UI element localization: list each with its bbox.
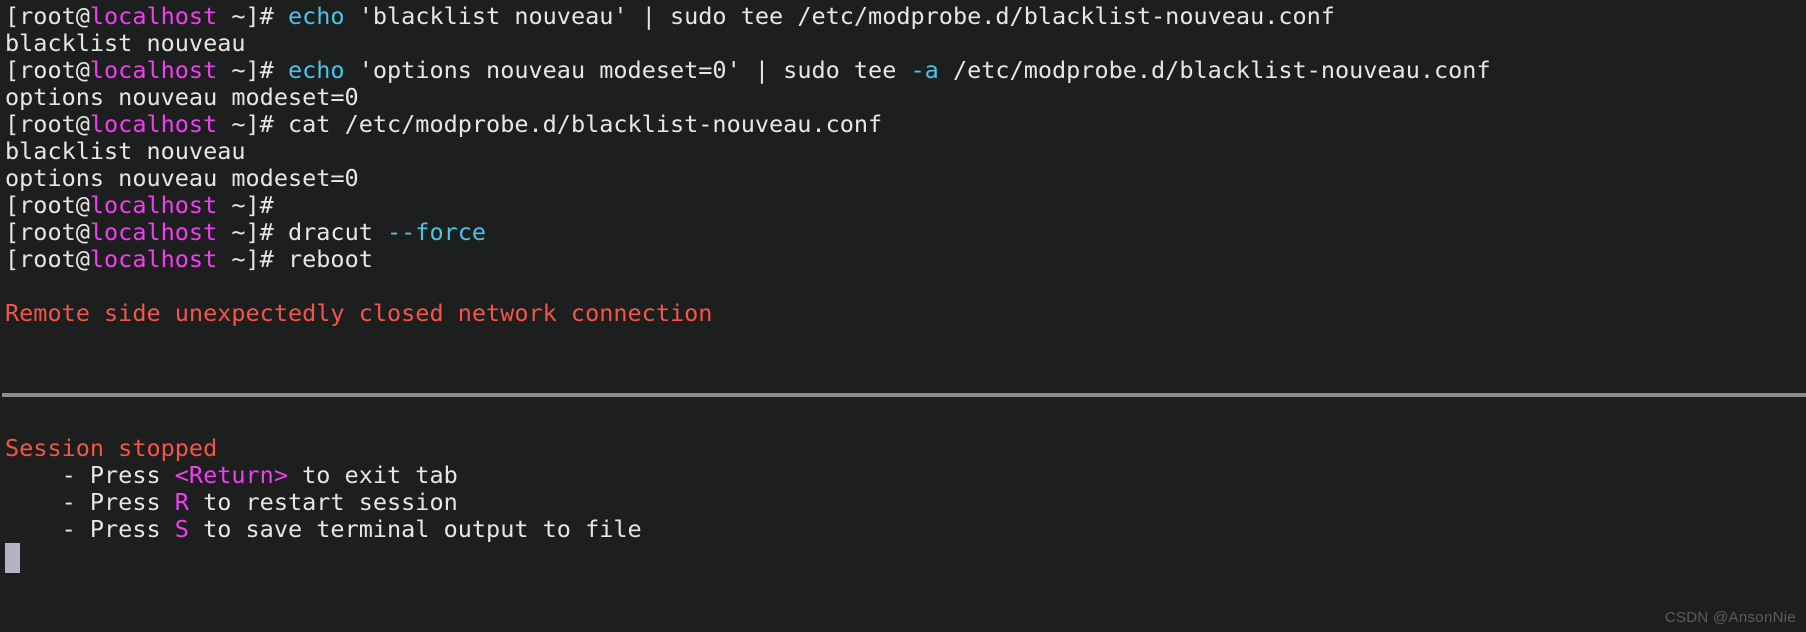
text-segment: localhost	[89, 110, 218, 138]
text-segment: ~]# dracut	[217, 218, 388, 246]
terminal-line-output: blacklist nouveau	[2, 30, 1806, 57]
text-segment: blacklist nouveau	[5, 137, 246, 165]
terminal-line-hint: - Press S to save terminal output to fil…	[2, 516, 1806, 543]
terminal-cursor	[5, 543, 20, 573]
terminal-line-command: [root@localhost ~]# dracut --force	[2, 219, 1806, 246]
text-segment: [root@	[5, 110, 90, 138]
text-segment: localhost	[89, 2, 218, 30]
text-segment: 'options nouveau modeset=0' | sudo tee	[344, 56, 911, 84]
terminal-line-output: options nouveau modeset=0	[2, 84, 1806, 111]
text-segment: -a	[910, 56, 939, 84]
section-divider	[2, 381, 1806, 408]
terminal-line-hint: - Press <Return> to exit tab	[2, 462, 1806, 489]
text-segment: ~]#	[217, 2, 288, 30]
terminal-line-output: blacklist nouveau	[2, 138, 1806, 165]
text-segment: ~]# reboot	[217, 245, 373, 273]
text-segment: /etc/modprobe.d/blacklist-nouveau.conf	[938, 56, 1491, 84]
text-segment: options nouveau modeset=0	[5, 164, 359, 192]
text-segment: [root@	[5, 191, 90, 219]
text-segment: --force	[387, 218, 487, 246]
text-segment: echo	[287, 2, 345, 30]
text-segment: to restart session	[188, 488, 458, 516]
terminal-line-error: Remote side unexpectedly closed network …	[2, 300, 1806, 327]
watermark: CSDN @AnsonNie	[1664, 609, 1796, 626]
text-segment: ~]# cat /etc/modprobe.d/blacklist-nouvea…	[217, 110, 883, 138]
text-segment: to exit tab	[287, 461, 458, 489]
text-segment: localhost	[89, 245, 218, 273]
text-segment: Remote side unexpectedly closed network …	[5, 299, 713, 327]
terminal-line-command: [root@localhost ~]# cat /etc/modprobe.d/…	[2, 111, 1806, 138]
text-segment: - Press	[5, 488, 175, 516]
text-segment: 'blacklist nouveau' | sudo tee /etc/modp…	[344, 2, 1335, 30]
terminal-line-status: Session stopped	[2, 435, 1806, 462]
text-segment: blacklist nouveau	[5, 29, 246, 57]
text-segment: localhost	[89, 191, 218, 219]
terminal-line-command: [root@localhost ~]# echo 'options nouvea…	[2, 57, 1806, 84]
text-segment: options nouveau modeset=0	[5, 83, 359, 111]
terminal-output: [root@localhost ~]# echo 'blacklist nouv…	[2, 3, 1806, 543]
text-segment: localhost	[89, 218, 218, 246]
text-segment: localhost	[89, 56, 218, 84]
terminal-window[interactable]: [root@localhost ~]# echo 'blacklist nouv…	[0, 0, 1806, 632]
text-segment: - Press	[5, 461, 175, 489]
terminal-line-command: [root@localhost ~]# echo 'blacklist nouv…	[2, 3, 1806, 30]
text-segment: ~]#	[217, 191, 274, 219]
text-segment: [root@	[5, 2, 90, 30]
text-segment: [root@	[5, 218, 90, 246]
text-segment: R	[174, 488, 189, 516]
text-segment: S	[174, 515, 189, 543]
text-segment: ~]#	[217, 56, 288, 84]
terminal-line-hint: - Press R to restart session	[2, 489, 1806, 516]
divider-rule	[2, 392, 1806, 397]
terminal-line-command: [root@localhost ~]#	[2, 192, 1806, 219]
text-segment: to save terminal output to file	[188, 515, 642, 543]
text-segment: [root@	[5, 245, 90, 273]
text-segment: <Return>	[174, 461, 288, 489]
text-segment: [root@	[5, 56, 90, 84]
text-segment: - Press	[5, 515, 175, 543]
terminal-line-output: options nouveau modeset=0	[2, 165, 1806, 192]
text-segment: Session stopped	[5, 434, 218, 462]
terminal-line-command: [root@localhost ~]# reboot	[2, 246, 1806, 273]
text-segment: echo	[287, 56, 345, 84]
